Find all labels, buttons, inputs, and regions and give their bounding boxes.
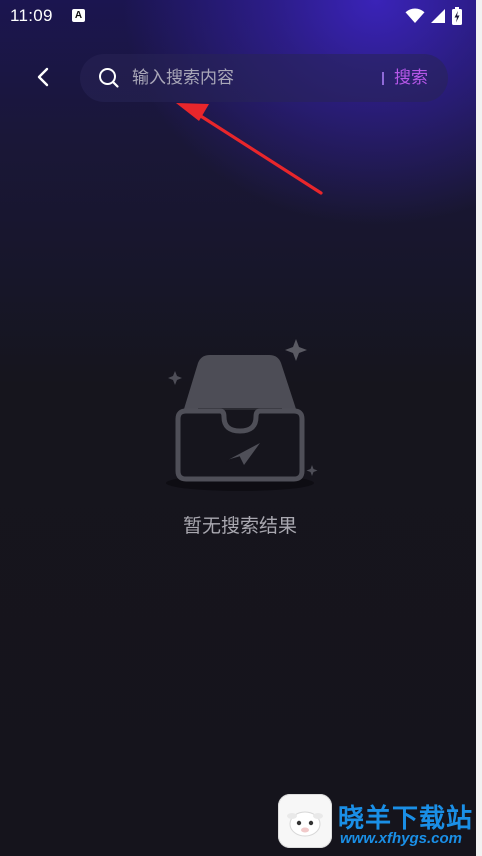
signal-icon	[431, 8, 446, 24]
search-input[interactable]	[132, 64, 372, 92]
status-bar: 11:09 A	[0, 0, 476, 32]
chevron-left-icon	[37, 67, 49, 87]
search-button[interactable]: 搜索	[394, 66, 428, 90]
status-icons	[405, 7, 462, 25]
battery-icon	[452, 7, 462, 25]
watermark-url: www.xfhygs.com	[340, 830, 462, 847]
empty-inbox-icon	[166, 339, 318, 491]
status-time: 11:09	[10, 6, 53, 25]
screen-edge	[476, 0, 482, 856]
search-bar-row: 搜索	[0, 52, 476, 104]
search-divider	[382, 72, 384, 85]
search-box[interactable]: 搜索	[80, 54, 448, 102]
empty-state: 暂无搜索结果	[150, 335, 330, 545]
search-icon	[99, 68, 119, 88]
back-button[interactable]	[26, 60, 60, 94]
empty-message: 暂无搜索结果	[182, 515, 297, 537]
notification-a-icon: A	[72, 9, 85, 22]
sheep-logo-icon	[278, 794, 332, 848]
watermark: 晓羊下载站 www.xfhygs.com	[276, 794, 476, 852]
wifi-icon	[405, 8, 425, 24]
